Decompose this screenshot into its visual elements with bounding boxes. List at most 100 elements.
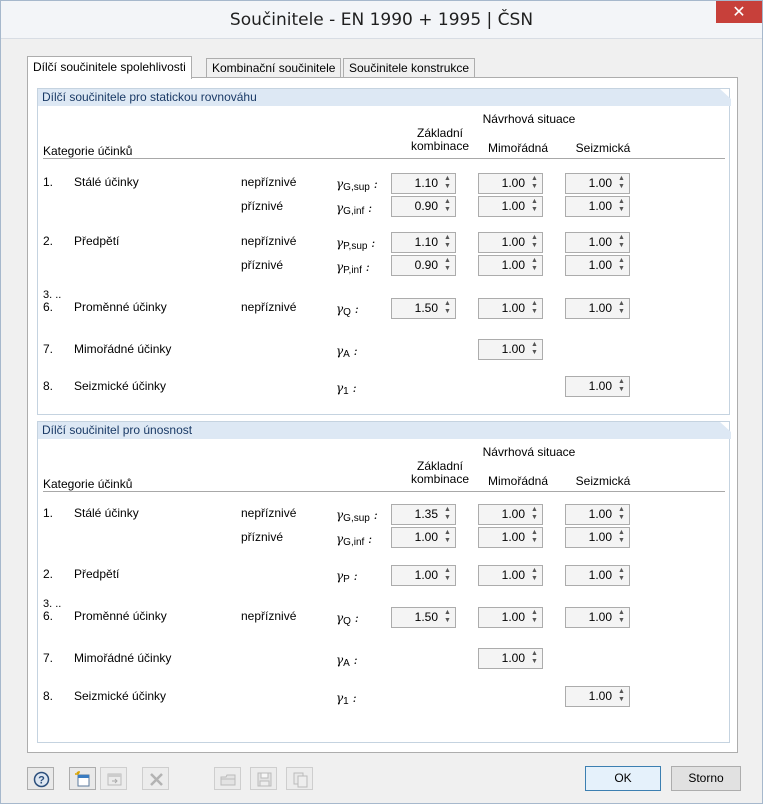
spinner-g2-p-seismic[interactable]: 1.00 ▲ ▼	[565, 565, 630, 586]
spinner-arrows-icon[interactable]: ▲ ▼	[615, 506, 628, 523]
spinner-g1-q-seismic[interactable]: 1.00 ▲ ▼	[565, 298, 630, 319]
close-button[interactable]: ✕	[716, 1, 762, 23]
spinner-arrows-icon[interactable]: ▲ ▼	[528, 341, 541, 358]
row-number: 7.	[43, 651, 54, 665]
spinner-arrows-icon[interactable]: ▲ ▼	[615, 234, 628, 251]
spinner-g1-pinf-basic[interactable]: 0.90 ▲ ▼	[391, 255, 456, 276]
tab-structure-factors[interactable]: Součinitele konstrukce	[343, 58, 476, 78]
spinner-value: 1.00	[501, 176, 525, 190]
row-name: Stálé účinky	[74, 506, 139, 520]
help-button[interactable]: ?	[27, 767, 54, 790]
cancel-button[interactable]: Storno	[671, 766, 741, 791]
spinner-value: 1.00	[501, 568, 525, 582]
spinner-arrows-icon[interactable]: ▲ ▼	[528, 650, 541, 667]
spinner-arrows-icon[interactable]: ▲ ▼	[528, 234, 541, 251]
spinner-g1-ginf-seismic[interactable]: 1.00 ▲ ▼	[565, 196, 630, 217]
import-button[interactable]	[100, 767, 127, 790]
load-button[interactable]	[214, 767, 241, 790]
new-button[interactable]	[69, 767, 96, 790]
tab-combination-factors[interactable]: Kombinační součinitele	[206, 58, 342, 78]
spinner-value: 1.00	[588, 235, 612, 249]
spinner-g2-ginf-seismic[interactable]: 1.00 ▲ ▼	[565, 527, 630, 548]
spinner-arrows-icon[interactable]: ▲ ▼	[528, 175, 541, 192]
spinner-value: 0.90	[414, 258, 438, 272]
spinner-g2-e-seismic[interactable]: 1.00 ▲ ▼	[565, 686, 630, 707]
new-icon	[75, 771, 90, 787]
window-title: Součinitele - EN 1990 + 1995 | ČSN	[229, 10, 534, 30]
spinner-g2-p-basic[interactable]: 1.00 ▲ ▼	[391, 565, 456, 586]
spinner-arrows-icon[interactable]: ▲ ▼	[441, 300, 454, 317]
spinner-g2-gsup-seismic[interactable]: 1.00 ▲ ▼	[565, 504, 630, 525]
spinner-g1-gsup-seismic[interactable]: 1.00 ▲ ▼	[565, 173, 630, 194]
spinner-g2-q-basic[interactable]: 1.50 ▲ ▼	[391, 607, 456, 628]
spinner-arrows-icon[interactable]: ▲ ▼	[615, 378, 628, 395]
spinner-arrows-icon[interactable]: ▲ ▼	[615, 688, 628, 705]
spinner-g1-q-accidental[interactable]: 1.00 ▲ ▼	[478, 298, 543, 319]
spinner-g2-q-accidental[interactable]: 1.00 ▲ ▼	[478, 607, 543, 628]
ok-button[interactable]: OK	[585, 766, 661, 791]
spinner-g2-a-accidental[interactable]: 1.00 ▲ ▼	[478, 648, 543, 669]
spinner-g2-q-seismic[interactable]: 1.00 ▲ ▼	[565, 607, 630, 628]
spinner-arrows-icon[interactable]: ▲ ▼	[528, 529, 541, 546]
row-name: Předpětí	[74, 234, 120, 248]
spinner-value: 1.00	[501, 530, 525, 544]
spinner-g1-pinf-accidental[interactable]: 1.00 ▲ ▼	[478, 255, 543, 276]
spinner-arrows-icon[interactable]: ▲ ▼	[441, 234, 454, 251]
spinner-arrows-icon[interactable]: ▲ ▼	[528, 257, 541, 274]
spinner-arrows-icon[interactable]: ▲ ▼	[615, 567, 628, 584]
spinner-g1-ginf-accidental[interactable]: 1.00 ▲ ▼	[478, 196, 543, 217]
spinner-g1-psup-seismic[interactable]: 1.00 ▲ ▼	[565, 232, 630, 253]
spinner-arrows-icon[interactable]: ▲ ▼	[441, 609, 454, 626]
spinner-arrows-icon[interactable]: ▲ ▼	[615, 609, 628, 626]
spinner-g1-a-accidental[interactable]: 1.00 ▲ ▼	[478, 339, 543, 360]
spinner-arrows-icon[interactable]: ▲ ▼	[441, 529, 454, 546]
spinner-arrows-icon[interactable]: ▲ ▼	[441, 567, 454, 584]
spinner-arrows-icon[interactable]: ▲ ▼	[615, 529, 628, 546]
delete-button[interactable]	[142, 767, 169, 790]
spinner-g2-gsup-accidental[interactable]: 1.00 ▲ ▼	[478, 504, 543, 525]
spinner-g2-p-accidental[interactable]: 1.00 ▲ ▼	[478, 565, 543, 586]
spinner-arrows-icon[interactable]: ▲ ▼	[615, 175, 628, 192]
row-unfavourable: nepříznivé	[241, 506, 297, 520]
spinner-arrows-icon[interactable]: ▲ ▼	[528, 567, 541, 584]
row-favourable: příznivé	[241, 199, 284, 213]
spinner-g1-gsup-accidental[interactable]: 1.00 ▲ ▼	[478, 173, 543, 194]
spinner-g1-e-seismic[interactable]: 1.00 ▲ ▼	[565, 376, 630, 397]
gamma-colon: :	[354, 611, 359, 625]
spinner-arrows-icon[interactable]: ▲ ▼	[441, 198, 454, 215]
save-button[interactable]	[250, 767, 277, 790]
spinner-g1-pinf-seismic[interactable]: 1.00 ▲ ▼	[565, 255, 630, 276]
spinner-g2-ginf-basic[interactable]: 1.00 ▲ ▼	[391, 527, 456, 548]
spinner-g1-gsup-basic[interactable]: 1.10 ▲ ▼	[391, 173, 456, 194]
gamma-colon: :	[353, 569, 358, 583]
gamma-symbol: γP,inf :	[336, 260, 370, 276]
spinner-arrows-icon[interactable]: ▲ ▼	[615, 257, 628, 274]
spinner-arrows-icon[interactable]: ▲ ▼	[528, 300, 541, 317]
spinner-g1-q-basic[interactable]: 1.50 ▲ ▼	[391, 298, 456, 319]
spinner-arrows-icon[interactable]: ▲ ▼	[441, 506, 454, 523]
copy-icon	[293, 772, 308, 788]
tab-partial-factors[interactable]: Dílčí součinitele spolehlivosti	[27, 56, 192, 79]
copy-button[interactable]	[286, 767, 313, 790]
spinner-g2-gsup-basic[interactable]: 1.35 ▲ ▼	[391, 504, 456, 525]
gamma-colon: :	[368, 201, 373, 215]
spinner-arrows-icon[interactable]: ▲ ▼	[441, 257, 454, 274]
gamma-symbol: γP,sup :	[336, 236, 375, 252]
spinner-g1-ginf-basic[interactable]: 0.90 ▲ ▼	[391, 196, 456, 217]
spinner-value: 1.00	[501, 301, 525, 315]
spinner-arrows-icon[interactable]: ▲ ▼	[528, 506, 541, 523]
gamma-symbol: γQ :	[336, 611, 359, 627]
spinner-g2-ginf-accidental[interactable]: 1.00 ▲ ▼	[478, 527, 543, 548]
spinner-g1-psup-basic[interactable]: 1.10 ▲ ▼	[391, 232, 456, 253]
spinner-arrows-icon[interactable]: ▲ ▼	[528, 609, 541, 626]
help-icon: ?	[33, 771, 50, 788]
spinner-g1-psup-accidental[interactable]: 1.00 ▲ ▼	[478, 232, 543, 253]
spinner-arrows-icon[interactable]: ▲ ▼	[615, 300, 628, 317]
gamma-symbol: γQ :	[336, 302, 359, 318]
spinner-arrows-icon[interactable]: ▲ ▼	[528, 198, 541, 215]
spinner-arrows-icon[interactable]: ▲ ▼	[441, 175, 454, 192]
gamma-colon: :	[354, 302, 359, 316]
row-number: 2.	[43, 234, 54, 248]
spinner-value: 1.00	[588, 199, 612, 213]
spinner-arrows-icon[interactable]: ▲ ▼	[615, 198, 628, 215]
